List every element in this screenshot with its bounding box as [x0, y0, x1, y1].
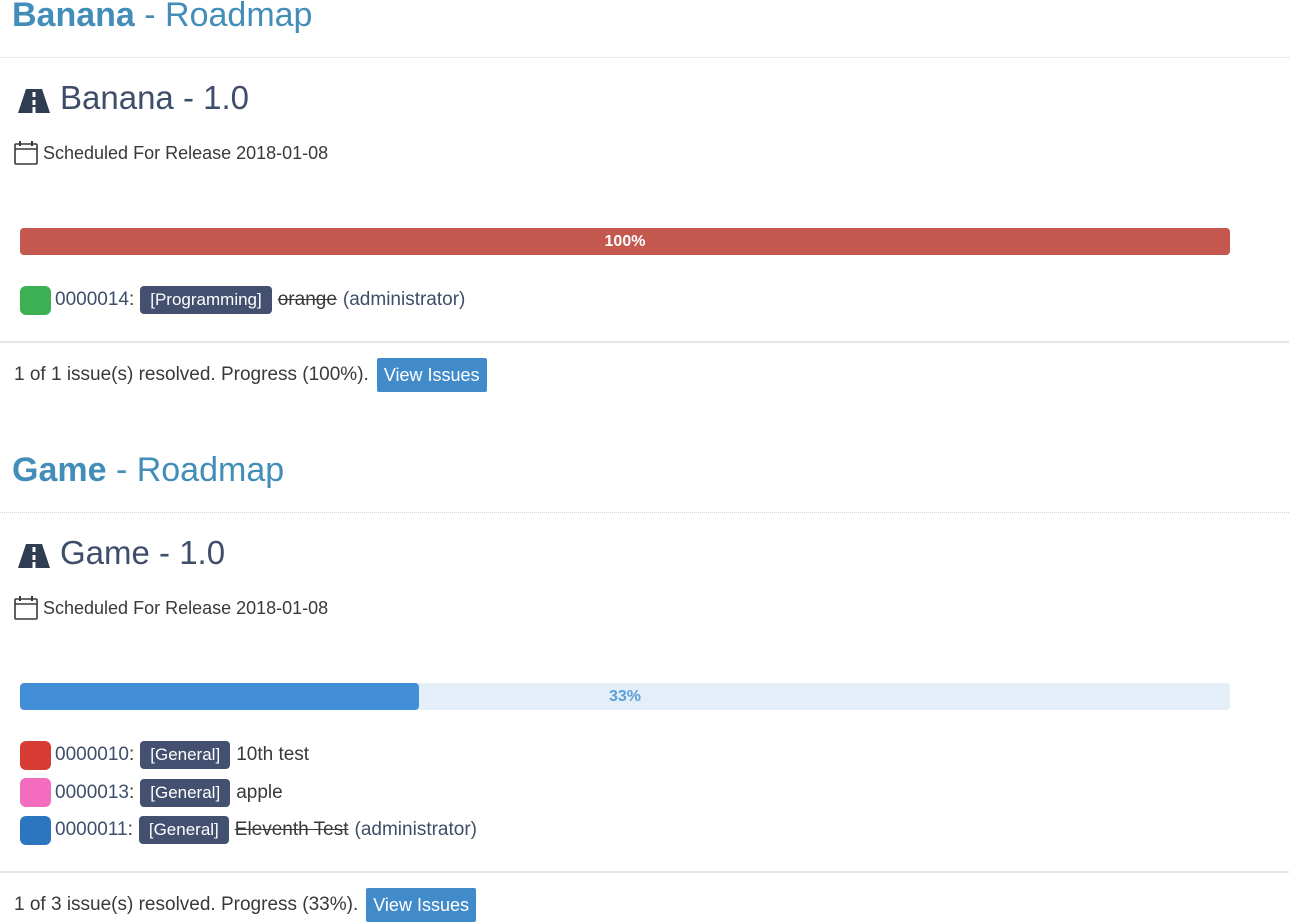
release-date-text: Scheduled For Release 2018-01-08 — [43, 598, 329, 618]
project-title: Game - Roadmap — [12, 450, 284, 490]
issue-summary: orange — [277, 289, 337, 310]
release-date: Scheduled For Release 2018-01-08 — [13, 140, 328, 166]
version-title: Game - 1.0 — [16, 533, 225, 573]
project-name-link[interactable]: Banana — [12, 0, 135, 34]
version-name-link[interactable]: Game - 1.0 — [60, 533, 225, 573]
version-summary: 1 of 3 issue(s) resolved. Progress (33%)… — [14, 888, 476, 922]
issue-row: 0000010: [General] 10th test — [20, 740, 309, 770]
project-section: Banana - Roadmap Banana - 1.0 Scheduled Fo… — [0, 0, 1289, 460]
issue-id-link[interactable]: 0000013 — [55, 782, 129, 804]
calendar-icon — [13, 140, 39, 166]
progress-label: 33% — [608, 688, 642, 705]
status-indicator — [20, 740, 51, 770]
progress-bar: 33% — [20, 683, 1230, 710]
road-icon — [16, 84, 52, 113]
issue-summary: Eleventh Test — [234, 819, 349, 840]
issue-id-link[interactable]: 0000011 — [55, 819, 128, 841]
road-icon — [16, 539, 52, 568]
version-title: Banana - 1.0 — [16, 78, 249, 118]
issue-separator: : — [128, 744, 135, 765]
divider — [0, 512, 1289, 513]
issue-separator: : — [128, 781, 135, 803]
progress-label: 100% — [604, 233, 646, 250]
divider — [0, 871, 1289, 873]
view-issues-button[interactable]: View Issues — [376, 358, 487, 392]
category-badge: [General] — [138, 816, 229, 844]
view-issues-button[interactable]: View Issues — [366, 888, 476, 922]
resolved-summary-text: 1 of 1 issue(s) resolved. Progress (100%… — [14, 364, 369, 385]
release-date: Scheduled For Release 2018-01-08 — [13, 595, 328, 621]
issue-id-link[interactable]: 0000010 — [55, 744, 129, 766]
category-badge: [General] — [140, 741, 231, 769]
version-summary: 1 of 1 issue(s) resolved. Progress (100%… — [14, 358, 487, 392]
issue-row: 0000013: [General] apple — [20, 778, 283, 808]
divider — [0, 341, 1289, 343]
project-title: Banana - Roadmap — [12, 0, 312, 35]
issue-summary: apple — [236, 781, 283, 803]
progress-bar: 100% — [20, 228, 1230, 255]
project-name-link[interactable]: Game — [12, 451, 107, 489]
issue-handler-link[interactable]: (administrator) — [343, 289, 465, 311]
issue-row: 0000014: [Programming] orange (administrato… — [20, 285, 465, 315]
roadmap-subtitle: - Roadmap — [134, 0, 313, 34]
release-date-text: Scheduled For Release 2018-01-08 — [43, 143, 329, 163]
divider — [0, 57, 1289, 58]
status-indicator — [20, 285, 51, 315]
calendar-icon — [13, 595, 39, 621]
project-section: Game - Roadmap Game - 1.0 Scheduled For Re… — [0, 451, 1289, 922]
issue-handler-link[interactable]: (administrator) — [355, 819, 477, 841]
issue-id-link[interactable]: 0000014 — [55, 289, 129, 311]
issue-summary: 10th test — [236, 744, 310, 765]
roadmap-subtitle: - Roadmap — [106, 451, 285, 489]
issue-separator: : — [127, 819, 133, 840]
category-badge: [General] — [140, 778, 231, 807]
version-name-link[interactable]: Banana - 1.0 — [60, 78, 249, 118]
issue-row: 0000011: [General] Eleventh Test (administr… — [20, 815, 477, 845]
status-indicator — [20, 815, 51, 845]
status-indicator — [20, 778, 51, 807]
issue-separator: : — [128, 289, 135, 310]
category-badge: [Programming] — [140, 286, 272, 314]
resolved-summary-text: 1 of 3 issue(s) resolved. Progress (33%)… — [14, 894, 359, 915]
